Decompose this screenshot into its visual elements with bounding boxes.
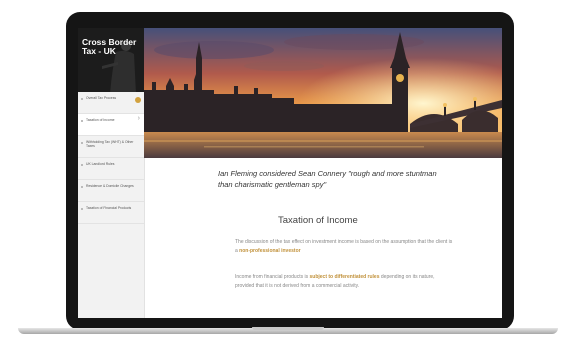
menu-item-residence-domicile[interactable]: Residence & Domicile Changes xyxy=(78,180,144,202)
brand-title: Cross Border Tax - UK xyxy=(82,38,142,56)
detail-paragraph: Income from financial products is subjec… xyxy=(235,273,455,291)
sidebar: Cross Border Tax - UK Overall Tax Proces… xyxy=(78,28,145,318)
brand-header: Cross Border Tax - UK xyxy=(78,28,144,92)
highlight-link[interactable]: non-professional investor xyxy=(239,248,300,254)
sidebar-menu: Overall Tax Process Taxation of Income ›… xyxy=(78,92,144,224)
menu-item-taxation-of-income[interactable]: Taxation of Income › xyxy=(78,114,144,136)
menu-item-label: Taxation of Financial Products xyxy=(86,206,132,210)
menu-item-overall-tax-process[interactable]: Overall Tax Process xyxy=(78,92,144,114)
progress-badge-icon xyxy=(135,97,141,103)
bullet-icon xyxy=(81,186,83,188)
intro-paragraph: The discussion of the tax effect on inve… xyxy=(235,238,455,256)
bullet-icon xyxy=(81,120,83,122)
menu-item-uk-landlord-rules[interactable]: UK Landlord Rules xyxy=(78,158,144,180)
quote-text: Ian Fleming considered Sean Connery "rou… xyxy=(218,169,437,189)
hero-image-westminster xyxy=(144,28,502,158)
bullet-icon xyxy=(81,142,83,144)
bullet-icon xyxy=(81,164,83,166)
highlight-link[interactable]: subject to differentiated rules xyxy=(309,274,379,280)
bullet-icon xyxy=(81,98,83,100)
chevron-right-icon: › xyxy=(137,115,140,122)
menu-item-financial-products[interactable]: Taxation of Financial Products xyxy=(78,202,144,224)
menu-item-label: Residence & Domicile Changes xyxy=(86,184,134,188)
menu-item-label: Taxation of Income xyxy=(86,118,115,122)
laptop-screen: Cross Border Tax - UK Overall Tax Proces… xyxy=(78,28,502,318)
section-heading: Taxation of Income xyxy=(278,215,358,226)
menu-item-label: Withholding Tax (WHT) & Other Taxes xyxy=(86,140,134,148)
laptop-notch xyxy=(252,327,324,330)
brand-title-line2: Tax - UK xyxy=(82,46,116,56)
menu-item-withholding-tax[interactable]: Withholding Tax (WHT) & Other Taxes xyxy=(78,136,144,158)
paragraph-text: Income from financial products is xyxy=(235,274,309,280)
menu-item-label: Overall Tax Process xyxy=(86,96,117,100)
menu-item-label: UK Landlord Rules xyxy=(86,162,115,166)
bullet-icon xyxy=(81,208,83,210)
